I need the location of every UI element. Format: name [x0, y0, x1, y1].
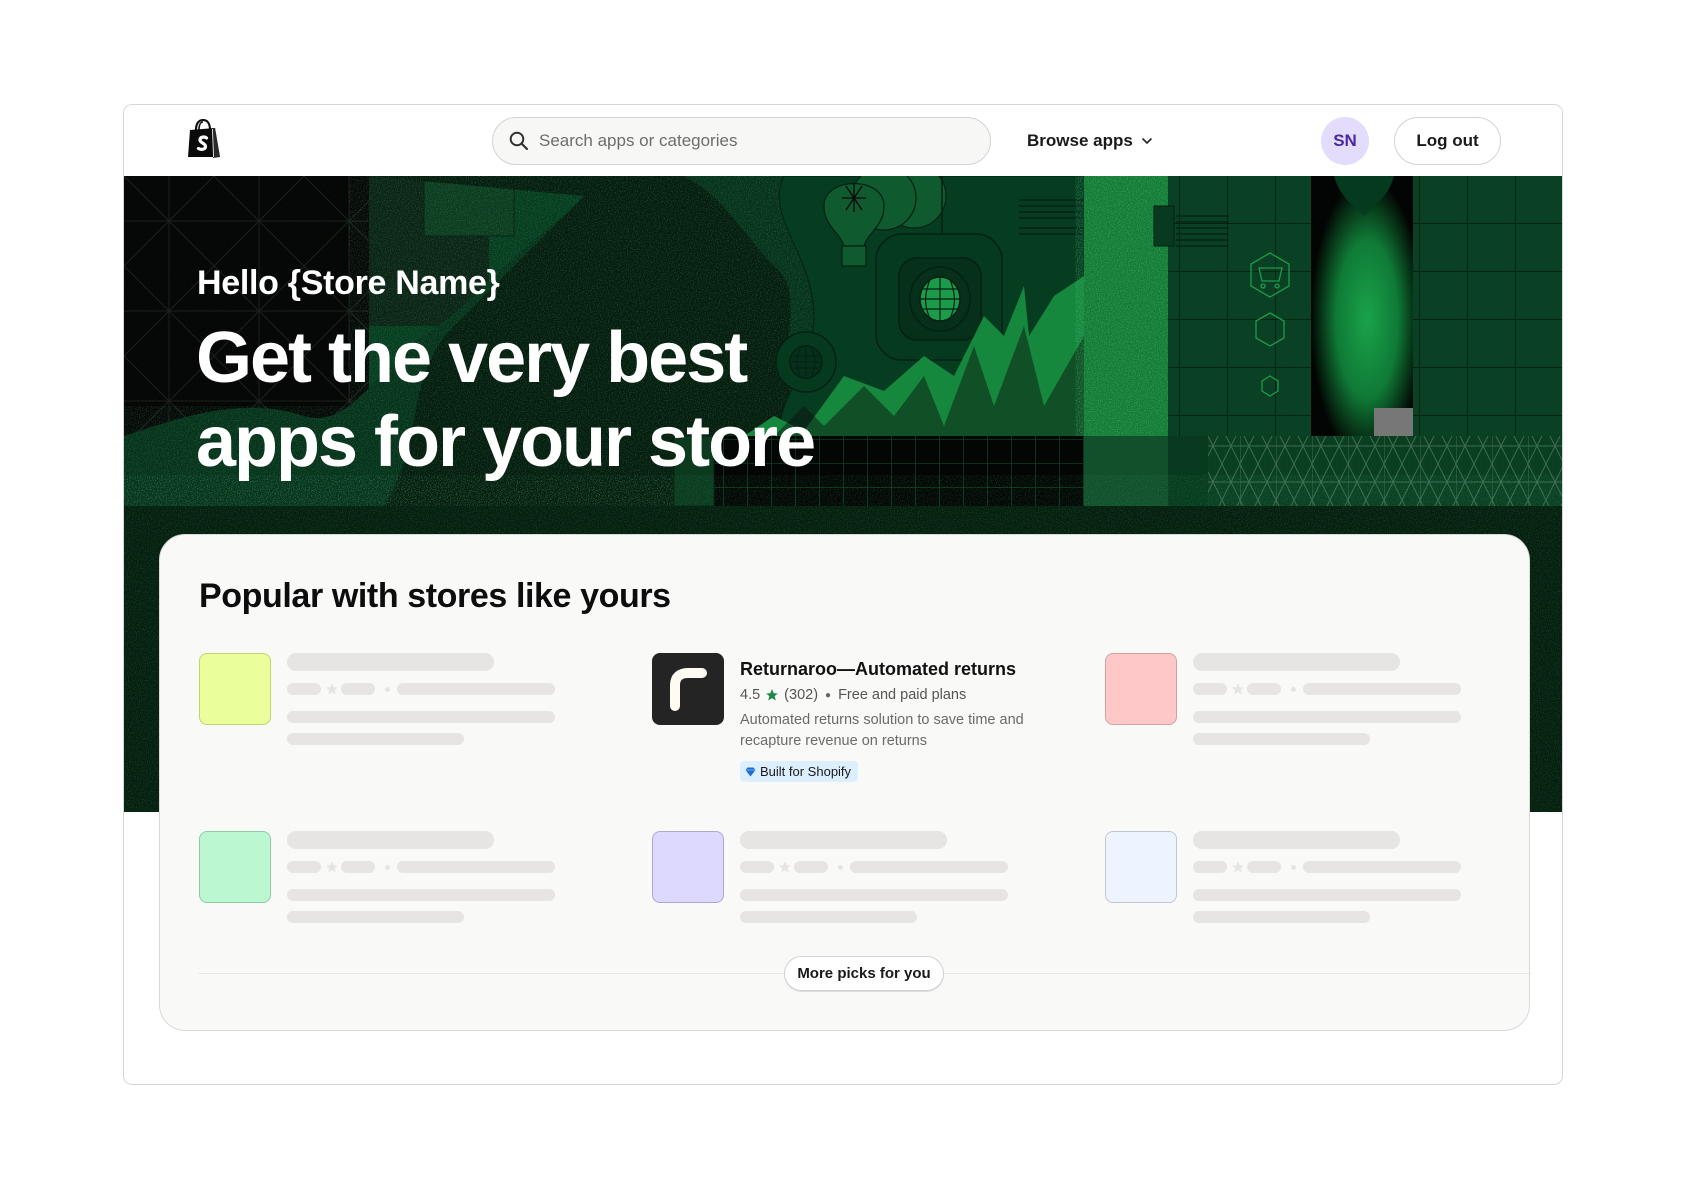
skeleton-pricing	[397, 861, 555, 873]
top-nav: Browse apps SN Log out	[124, 105, 1562, 176]
chevron-down-icon	[1142, 138, 1152, 145]
skeleton-dot	[385, 865, 390, 870]
skeleton-desc-1	[287, 711, 555, 723]
skeleton-reviews	[1247, 683, 1281, 695]
skeleton-pricing	[1303, 683, 1461, 695]
returnaroo-logo-icon	[652, 653, 724, 725]
built-for-shopify-badge: Built for Shopify	[740, 761, 859, 782]
skeleton-reviews	[1247, 861, 1281, 873]
skeleton-pricing	[397, 683, 555, 695]
skeleton-star-icon	[326, 861, 338, 873]
skeleton-desc-1	[740, 889, 1008, 901]
browse-apps-dropdown[interactable]: Browse apps	[1027, 127, 1153, 155]
skeleton-rating	[740, 861, 774, 873]
skeleton-desc-1	[1193, 889, 1461, 901]
logout-button[interactable]: Log out	[1394, 117, 1501, 165]
featured-app-card[interactable]: Returnaroo—Automated returns 4.5 (302) ●…	[652, 653, 1072, 793]
app-store-window: Browse apps SN Log out	[123, 104, 1563, 1085]
skeleton-rating	[287, 861, 321, 873]
skeleton-title	[740, 831, 947, 849]
separator-dot: ●	[825, 689, 832, 701]
skeleton-dot	[838, 865, 843, 870]
skeleton-reviews	[794, 861, 828, 873]
app-placeholder	[1105, 653, 1525, 793]
skeleton-title	[287, 653, 494, 671]
skeleton-reviews	[341, 861, 375, 873]
placeholder-icon	[1105, 653, 1177, 725]
placeholder-icon	[199, 831, 271, 903]
skeleton-desc-2	[740, 911, 917, 923]
placeholder-icon	[1105, 831, 1177, 903]
skeleton-title	[1193, 831, 1400, 849]
skeleton-desc-2	[287, 911, 464, 923]
skeleton-desc-2	[287, 733, 464, 745]
popular-apps-card: Popular with stores like yours Returnaro…	[159, 534, 1531, 1031]
app-placeholder	[1105, 831, 1525, 971]
shopify-bag-icon[interactable]	[187, 118, 221, 159]
skeleton-star-icon	[779, 861, 791, 873]
skeleton-star-icon	[1232, 683, 1244, 695]
skeleton-pricing	[1303, 861, 1461, 873]
app-placeholder	[652, 831, 1072, 971]
app-name[interactable]: Returnaroo—Automated returns	[740, 659, 1016, 680]
skeleton-desc-2	[1193, 733, 1370, 745]
skeleton-star-icon	[326, 683, 338, 695]
hero-headline: Get the very best apps for your store	[196, 316, 816, 484]
placeholder-icon	[652, 831, 724, 903]
greeting: Hello {Store Name}	[197, 264, 500, 302]
skeleton-reviews	[341, 683, 375, 695]
skeleton-rating	[1193, 861, 1227, 873]
skeleton-pricing	[850, 861, 1008, 873]
skeleton-dot	[1291, 687, 1296, 692]
skeleton-title	[287, 831, 494, 849]
rating-value: 4.5	[740, 687, 761, 703]
diamond-icon	[745, 767, 756, 776]
app-placeholder	[199, 831, 619, 971]
skeleton-dot	[385, 687, 390, 692]
headline-line-1: Get the very best	[196, 318, 748, 398]
app-placeholder	[199, 653, 619, 793]
search-icon	[509, 131, 529, 151]
section-title: Popular with stores like yours	[199, 577, 671, 615]
skeleton-dot	[1291, 865, 1296, 870]
app-rating-row: 4.5 (302) ● Free and paid plans	[740, 687, 966, 703]
search-bar[interactable]	[492, 117, 991, 165]
search-input[interactable]	[539, 131, 959, 151]
skeleton-desc-1	[1193, 711, 1461, 723]
review-count: (302)	[784, 687, 819, 703]
skeleton-desc-1	[287, 889, 555, 901]
skeleton-star-icon	[1232, 861, 1244, 873]
avatar-initials: SN	[1333, 131, 1357, 150]
star-icon	[766, 689, 779, 701]
placeholder-icon	[199, 653, 271, 725]
user-avatar[interactable]: SN	[1321, 117, 1369, 165]
app-description: Automated returns solution to save time …	[740, 712, 1024, 749]
pricing: Free and paid plans	[838, 687, 967, 703]
browse-apps-label: Browse apps	[1027, 131, 1133, 150]
skeleton-rating	[287, 683, 321, 695]
skeleton-title	[1193, 653, 1400, 671]
skeleton-desc-2	[1193, 911, 1370, 923]
headline-line-2: apps for your store	[196, 402, 816, 482]
skeleton-rating	[1193, 683, 1227, 695]
more-picks-button[interactable]: More picks for you	[784, 956, 944, 991]
badge-label: Built for Shopify	[760, 764, 852, 779]
